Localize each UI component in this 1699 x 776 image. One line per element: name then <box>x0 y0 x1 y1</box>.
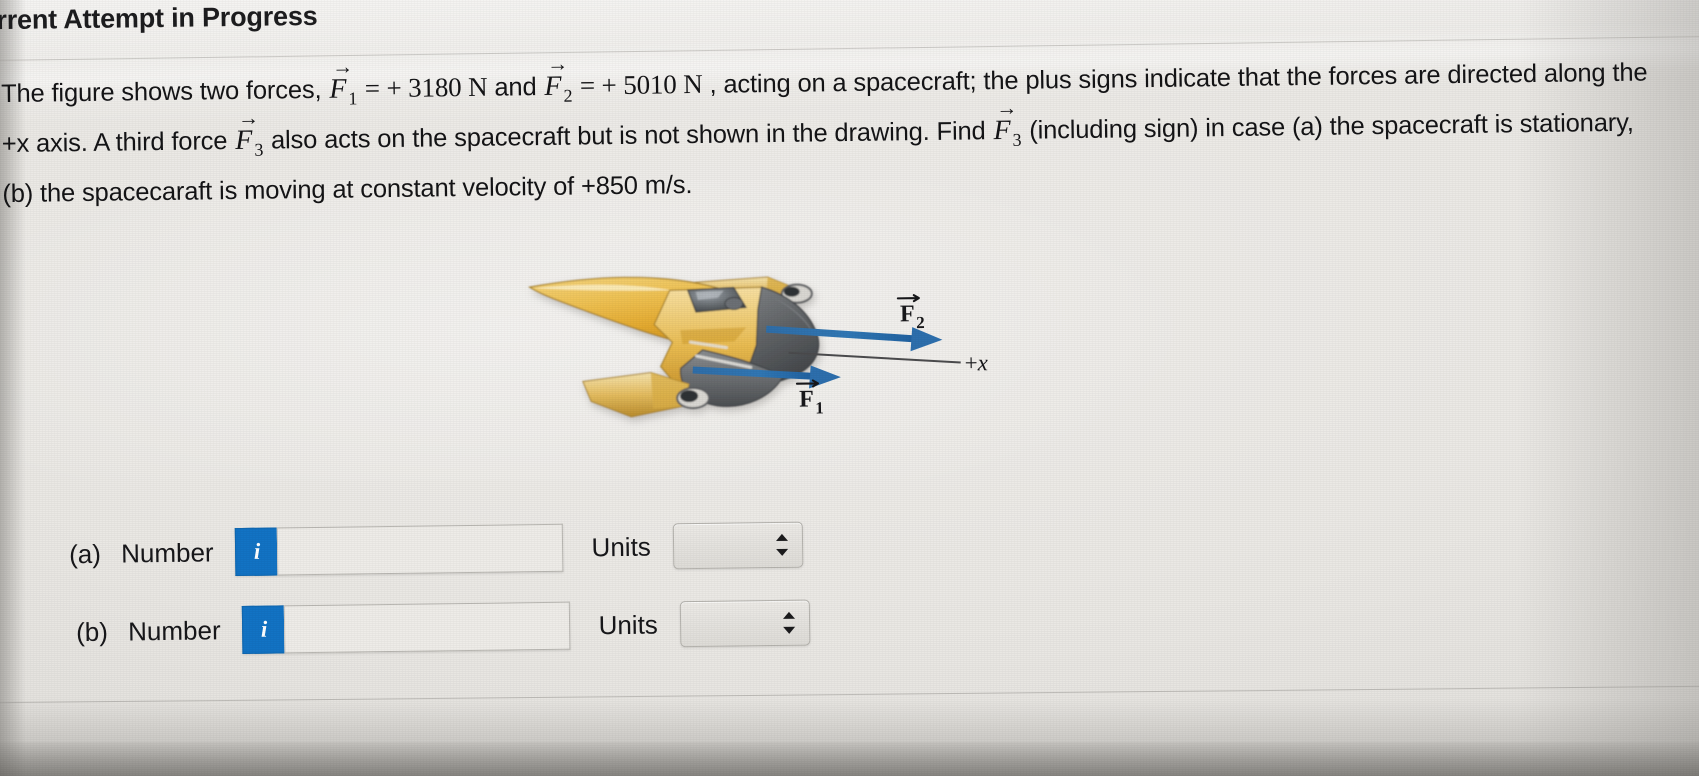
spacecraft-illustration <box>528 276 820 418</box>
answer-a-letter: (a) <box>68 538 102 569</box>
answer-a-number-input[interactable] <box>277 523 564 576</box>
spacecraft-figure: F 2 F 1 +x <box>519 234 1042 451</box>
answer-row-a: (a) Number i Units <box>68 521 804 579</box>
stem-f1-equals: = <box>357 73 387 104</box>
x-axis-label: +x <box>965 350 989 375</box>
answer-b-units-select[interactable] <box>679 599 811 648</box>
stem-text-4: also acts on the spacecraft but is not s… <box>263 117 993 155</box>
spinner-icon-a <box>775 533 788 556</box>
question-content: urrent Attempt in Progress The figure sh… <box>0 0 1699 776</box>
vector-F1-subscript: 1 <box>348 88 358 109</box>
vector-arrow-icon: → <box>237 105 260 130</box>
answer-b-field-group: i <box>242 601 571 654</box>
force-label-F1: F 1 <box>795 379 824 417</box>
force-label-F1-text: F <box>799 386 814 412</box>
info-icon-b[interactable]: i <box>242 605 285 654</box>
spinner-icon-b <box>782 611 795 634</box>
vector-F1-inline: → F1 <box>328 54 358 109</box>
attempt-status-title: urrent Attempt in Progress <box>0 0 318 36</box>
stem-text-and: and <box>487 72 544 102</box>
force-label-F2-text: F <box>900 301 915 327</box>
answer-a-number-label: Number <box>120 536 214 569</box>
answer-a-field-group: i <box>235 523 564 577</box>
vector-arrow-icon: → <box>996 95 1018 121</box>
vector-F3-subscript: 3 <box>254 139 264 160</box>
vector-F3b-inline: → F3 <box>992 96 1022 150</box>
stem-text-2: , acting on a spacecraft; the plus signs… <box>702 61 1398 99</box>
info-icon-a[interactable]: i <box>235 527 278 577</box>
vector-F2-inline: → F2 <box>543 52 573 106</box>
force-label-F2-sub: 2 <box>916 313 925 332</box>
stem-f1-value: + 3180 N <box>386 71 488 104</box>
answer-b-units-label: Units <box>598 609 659 640</box>
ship-sensor-dome <box>724 297 744 311</box>
answer-a-units-label: Units <box>591 531 651 562</box>
vector-arrow-icon: → <box>331 54 354 79</box>
answer-b-number-label: Number <box>127 614 221 646</box>
answer-row-b: (b) Number i Units <box>75 599 811 657</box>
stem-text-1: The figure shows two forces, <box>0 75 329 109</box>
force-label-F1-sub: 1 <box>815 398 824 417</box>
figure-svg: F 2 F 1 +x <box>528 276 989 418</box>
answer-a-units-select[interactable] <box>672 521 804 570</box>
stem-text-5: (including sign) in <box>1022 114 1226 145</box>
stem-f2-value: + 5010 N <box>601 68 703 101</box>
stem-f2-equals: = <box>573 70 602 101</box>
vector-F2-subscript: 2 <box>563 85 573 106</box>
answer-b-number-input[interactable] <box>284 601 571 654</box>
question-stem: The figure shows two forces, → F1 = + 318… <box>1 45 1663 220</box>
vector-arrow-icon: → <box>547 51 569 76</box>
screenshot-root: urrent Attempt in Progress The figure sh… <box>0 0 1699 776</box>
vector-F3b-subscript: 3 <box>1012 129 1022 150</box>
vector-F3-inline: → F3 <box>234 106 264 160</box>
force-label-F2: F 2 <box>896 294 925 332</box>
answer-b-letter: (b) <box>75 616 109 647</box>
